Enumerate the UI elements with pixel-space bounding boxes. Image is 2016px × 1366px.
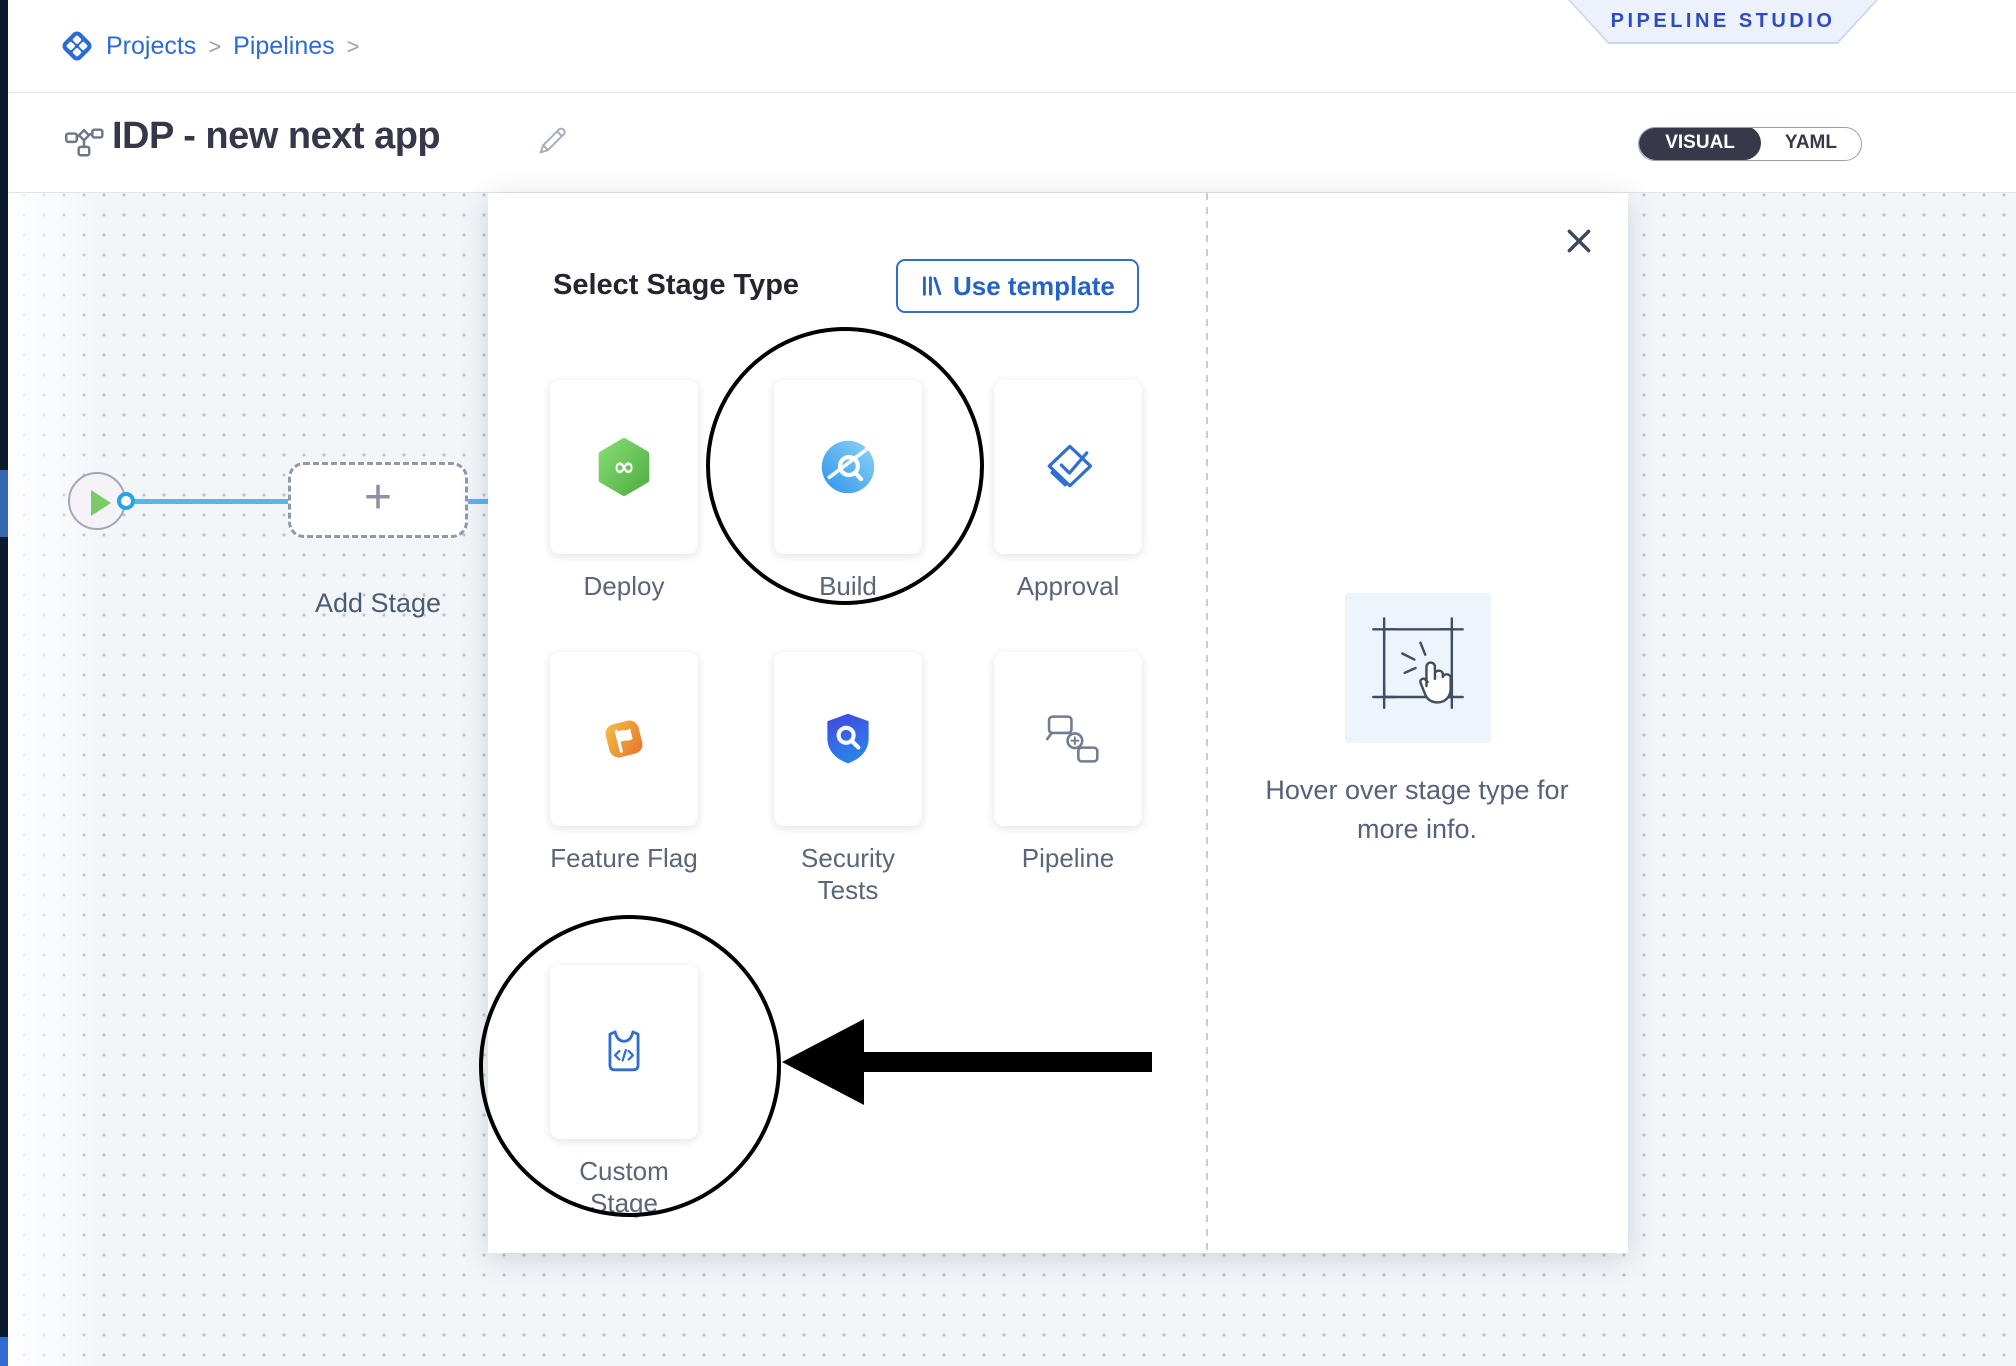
svg-text:∞: ∞ — [613, 452, 635, 482]
title-bar: IDP - new next app VISUAL YAML — [8, 93, 2016, 193]
select-stage-type-panel: Select Stage Type Use template — [488, 193, 1628, 1253]
left-rail-highlight-bottom — [0, 1337, 8, 1366]
pipeline-title: IDP - new next app — [112, 115, 440, 158]
custom-stage-icon — [594, 1022, 654, 1082]
breadcrumb: Projects > Pipelines > — [60, 0, 359, 92]
breadcrumb-projects[interactable]: Projects — [106, 32, 196, 61]
pipeline-studio-badge-label: PIPELINE STUDIO — [1568, 0, 1878, 42]
stage-label-feature-flag: Feature Flag — [544, 842, 704, 874]
panel-title: Select Stage Type — [553, 269, 799, 302]
stage-card-feature-flag[interactable] — [550, 652, 698, 826]
view-mode-toggle: VISUAL YAML — [1638, 127, 1862, 161]
build-icon — [818, 437, 878, 497]
edit-pencil-icon[interactable] — [536, 123, 570, 157]
hover-sketch-icon — [1360, 609, 1476, 727]
stage-label-build: Build — [768, 570, 928, 602]
stage-label-deploy: Deploy — [544, 570, 704, 602]
pipeline-studio-badge: PIPELINE STUDIO — [1568, 0, 1878, 44]
plus-icon: + — [364, 474, 392, 522]
projects-icon — [60, 29, 94, 63]
hover-info-text: Hover over stage type for more info. — [1217, 771, 1617, 849]
close-icon[interactable] — [1564, 226, 1596, 258]
breadcrumb-separator: > — [208, 34, 221, 60]
stage-card-build[interactable] — [774, 380, 922, 554]
canvas-fade — [8, 193, 98, 1366]
security-tests-icon — [818, 709, 878, 769]
toggle-visual[interactable]: VISUAL — [1639, 127, 1761, 160]
stage-card-custom[interactable] — [550, 965, 698, 1139]
add-stage-node[interactable]: + — [288, 462, 468, 538]
stage-label-security-tests: Security Tests — [768, 842, 928, 906]
add-stage-label: Add Stage — [288, 588, 468, 619]
approval-icon — [1038, 437, 1098, 497]
use-template-button[interactable]: Use template — [896, 259, 1139, 313]
pipeline-stage-icon — [1037, 708, 1099, 770]
use-template-label: Use template — [953, 271, 1115, 302]
left-rail-highlight — [0, 470, 8, 537]
stage-label-pipeline: Pipeline — [988, 842, 1148, 874]
breadcrumb-pipelines[interactable]: Pipelines — [233, 32, 334, 61]
play-icon — [91, 490, 111, 516]
hover-info-line1: Hover over stage type for — [1217, 771, 1617, 810]
template-library-icon — [920, 274, 942, 298]
stage-label-custom: Custom Stage — [544, 1155, 704, 1219]
stage-card-pipeline[interactable] — [994, 652, 1142, 826]
start-node-port[interactable] — [117, 492, 135, 510]
toggle-yaml[interactable]: YAML — [1761, 127, 1861, 160]
hover-hint-illustration — [1345, 593, 1491, 743]
feature-flag-icon — [594, 709, 654, 769]
panel-divider — [1206, 193, 1208, 1253]
hover-info-line2: more info. — [1217, 810, 1617, 849]
pipeline-studio-app: Projects > Pipelines > PIPELINE STUDIO I… — [0, 0, 2016, 1366]
connector-edge — [134, 499, 290, 504]
left-rail — [0, 0, 8, 1366]
stage-card-approval[interactable] — [994, 380, 1142, 554]
deploy-icon: ∞ — [594, 437, 654, 497]
stage-label-approval: Approval — [988, 570, 1148, 602]
breadcrumb-separator: > — [347, 34, 360, 60]
pipeline-graph-icon — [64, 123, 104, 163]
stage-card-security-tests[interactable] — [774, 652, 922, 826]
stage-card-deploy[interactable]: ∞ — [550, 380, 698, 554]
